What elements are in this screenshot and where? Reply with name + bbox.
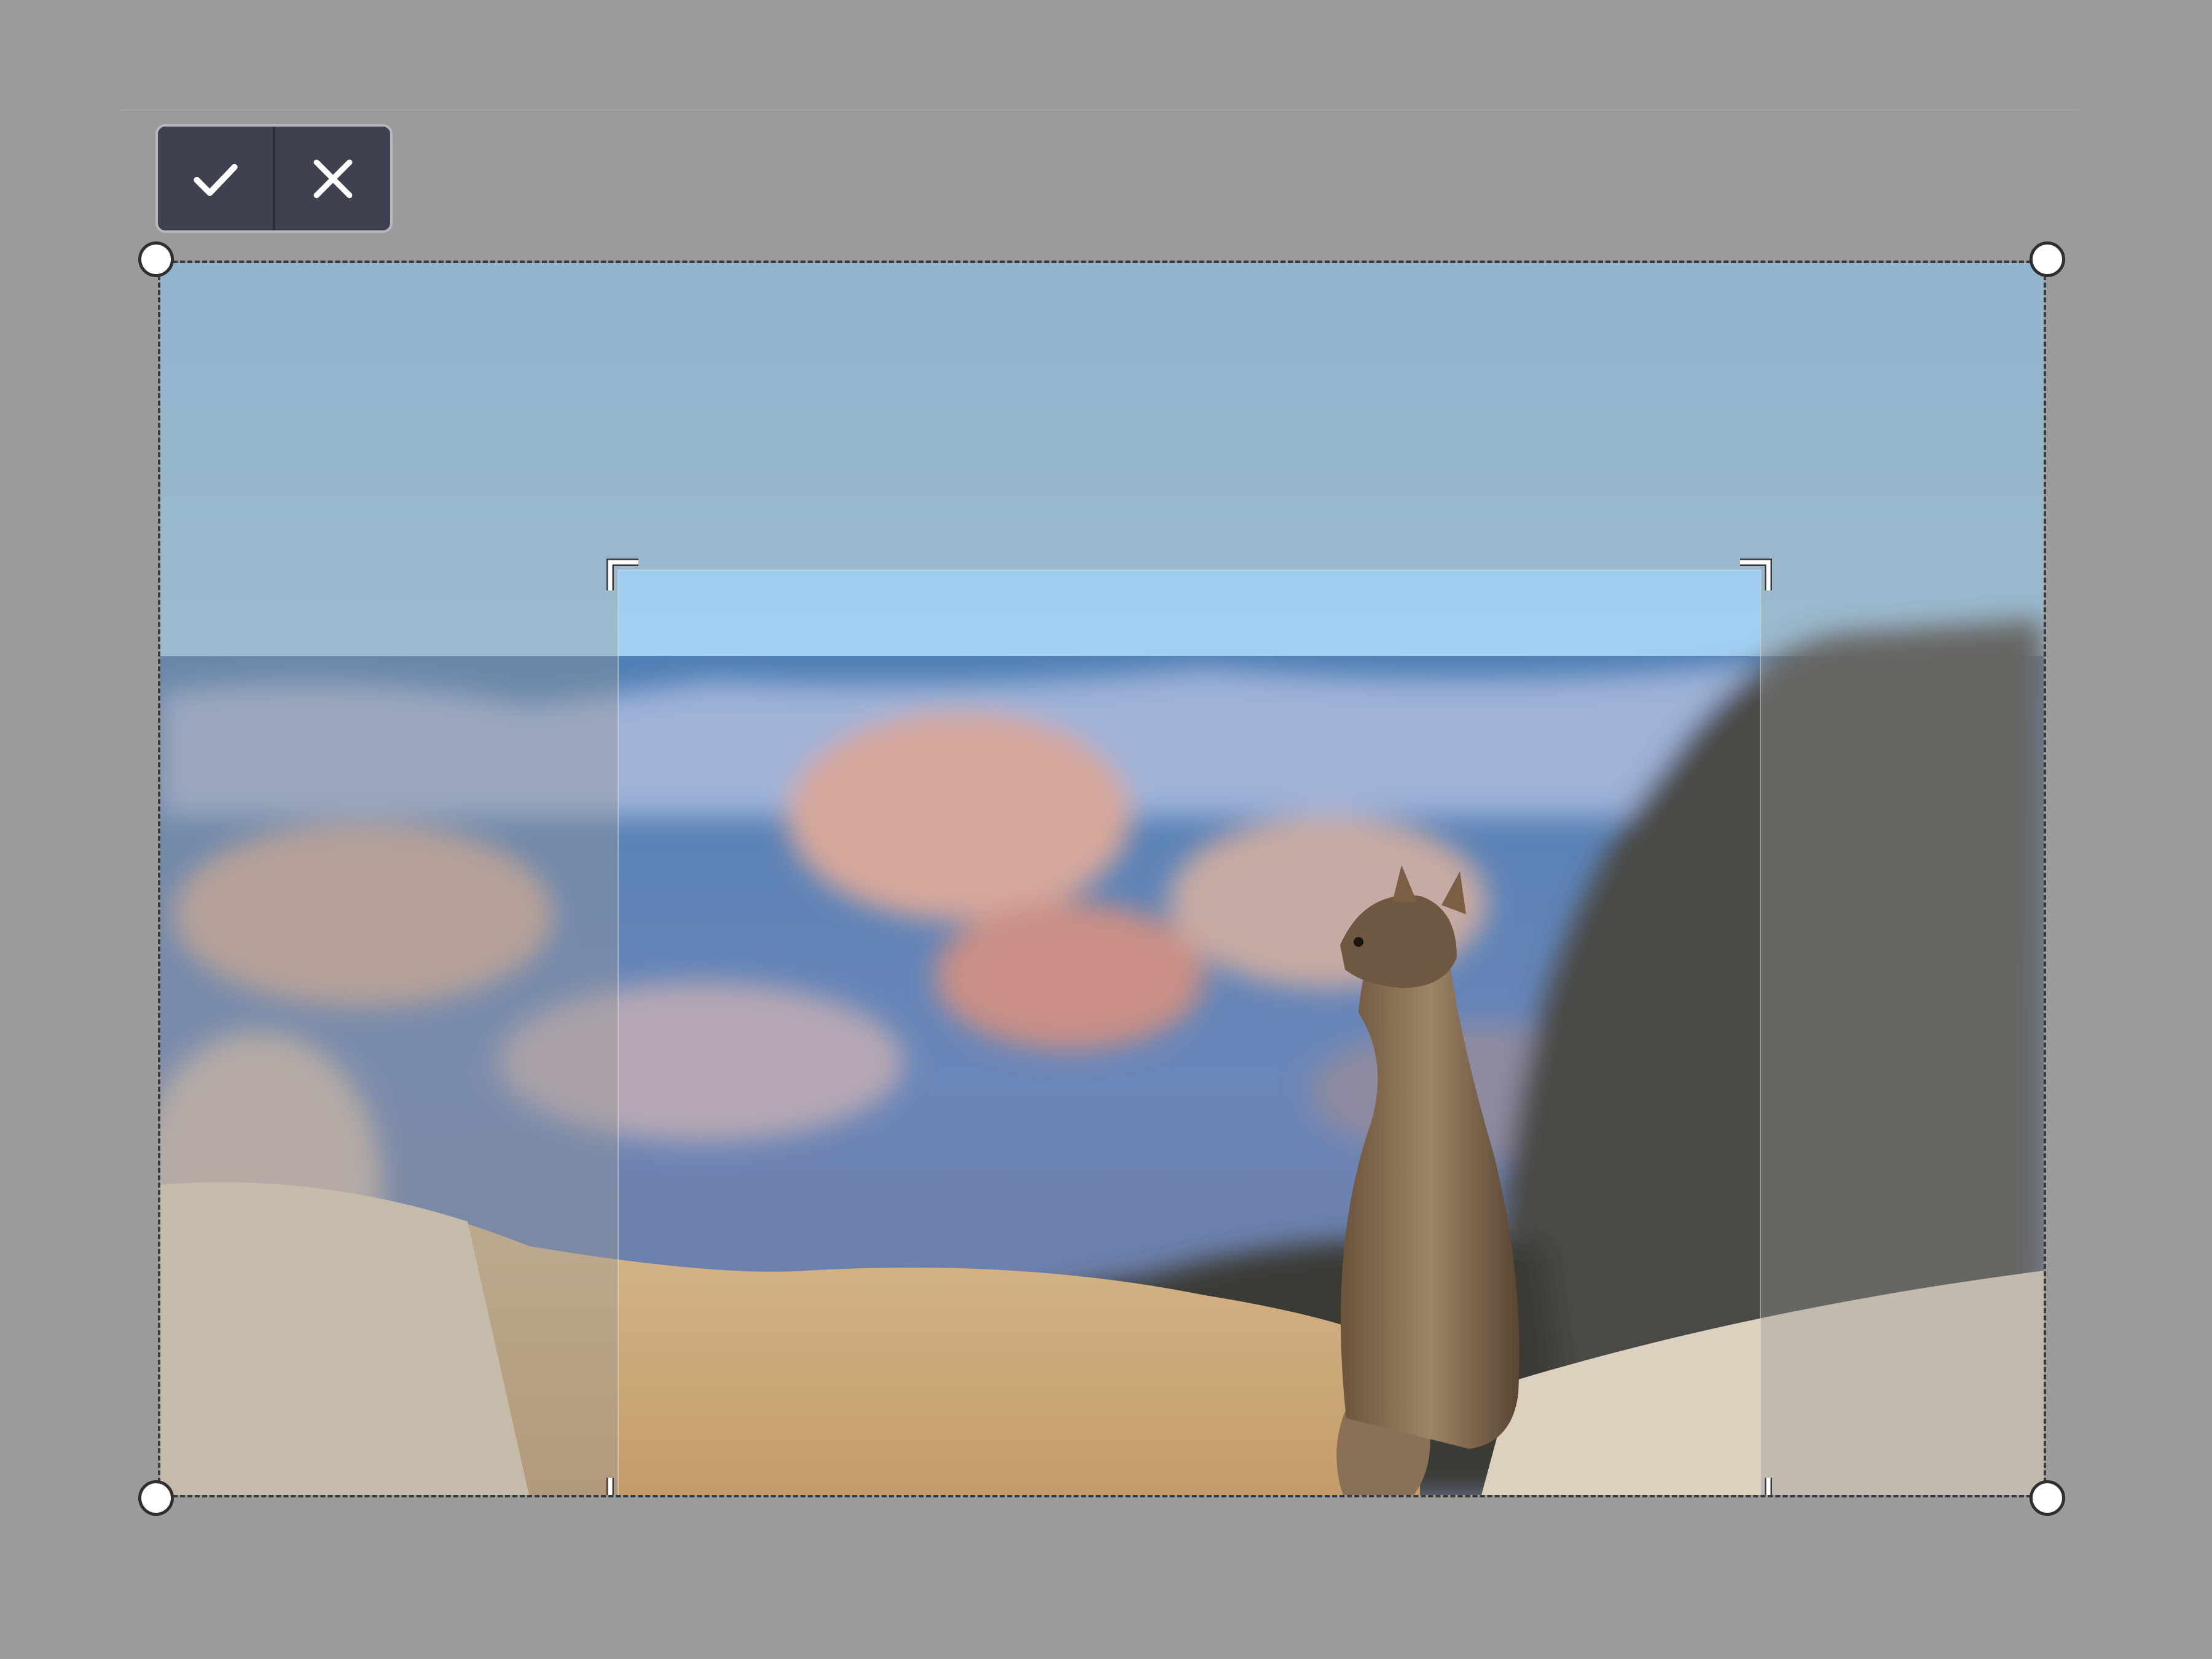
- image-canvas[interactable]: [158, 261, 2046, 1497]
- crop-corner-top-left[interactable]: [606, 559, 642, 594]
- cancel-crop-button[interactable]: [273, 127, 390, 230]
- crop-corner-bottom-left[interactable]: [606, 1474, 642, 1495]
- crop-action-toolbar: [155, 124, 393, 233]
- crop-corner-bottom-right[interactable]: [1736, 1474, 1772, 1495]
- checkmark-icon: [193, 163, 238, 196]
- image-crop-editor: [0, 0, 2212, 1659]
- resize-handle-top-left[interactable]: [138, 241, 174, 277]
- resize-handle-bottom-right[interactable]: [2030, 1480, 2065, 1516]
- resize-handle-top-right[interactable]: [2030, 241, 2065, 277]
- divider: [120, 109, 2080, 111]
- close-icon: [313, 159, 352, 198]
- confirm-crop-button[interactable]: [158, 127, 273, 230]
- resize-handle-bottom-left[interactable]: [138, 1480, 174, 1516]
- crop-selection[interactable]: [606, 559, 1772, 1495]
- crop-corner-top-right[interactable]: [1736, 559, 1772, 594]
